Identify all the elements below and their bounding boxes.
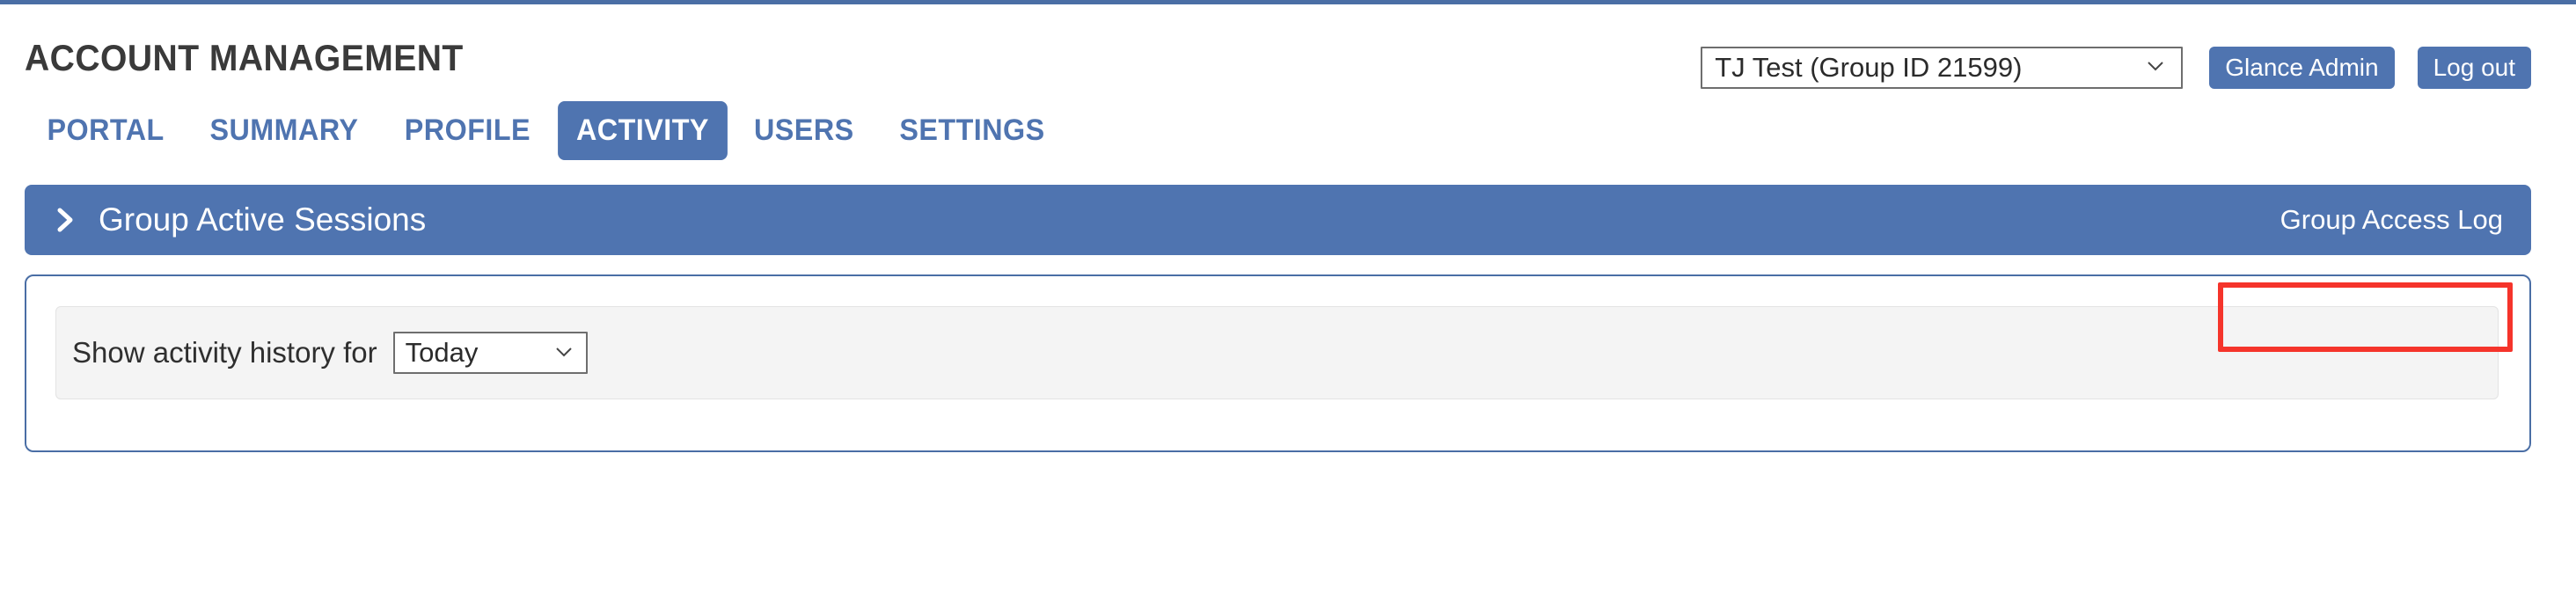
- activity-history-value: Today: [405, 337, 479, 368]
- tab-users[interactable]: USERS: [735, 101, 872, 160]
- tab-profile[interactable]: PROFILE: [386, 101, 549, 160]
- log-out-button[interactable]: Log out: [2417, 47, 2531, 89]
- chevron-down-icon: [2146, 56, 2165, 76]
- page-container: ACCOUNT MANAGEMENT TJ Test (Group ID 215…: [0, 4, 2576, 452]
- tab-portal[interactable]: PORTAL: [29, 101, 183, 160]
- activity-filter-panel: Show activity history for Today: [55, 306, 2499, 399]
- tab-activity[interactable]: ACTIVITY: [558, 100, 728, 160]
- group-select-value: TJ Test (Group ID 21599): [1715, 52, 2023, 83]
- nav-tabs: PORTAL SUMMARY PROFILE ACTIVITY USERS SE…: [0, 99, 2576, 162]
- group-active-sessions-bar[interactable]: Group Active Sessions Group Access Log: [25, 185, 2531, 255]
- chevron-down-icon: [554, 342, 574, 362]
- section-title: Group Active Sessions: [99, 201, 427, 238]
- header-controls: TJ Test (Group ID 21599) Glance Admin Lo…: [1701, 47, 2531, 89]
- group-access-log-button[interactable]: Group Access Log: [2272, 199, 2512, 241]
- activity-card: Show activity history for Today: [25, 274, 2531, 452]
- page-title: ACCOUNT MANAGEMENT: [25, 37, 464, 78]
- activity-history-select[interactable]: Today: [392, 332, 588, 374]
- page-header: ACCOUNT MANAGEMENT TJ Test (Group ID 215…: [0, 4, 2576, 89]
- activity-history-label: Show activity history for: [72, 336, 377, 369]
- glance-admin-button[interactable]: Glance Admin: [2209, 47, 2395, 89]
- group-select[interactable]: TJ Test (Group ID 21599): [1701, 47, 2184, 89]
- tab-settings[interactable]: SETTINGS: [881, 101, 1063, 160]
- chevron-right-icon: [55, 207, 77, 233]
- tab-summary[interactable]: SUMMARY: [192, 101, 377, 160]
